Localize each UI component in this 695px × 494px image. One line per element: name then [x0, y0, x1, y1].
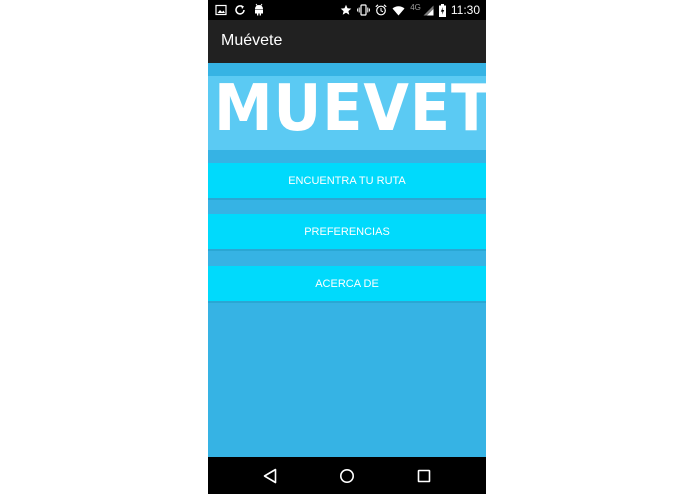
system-icons: 4G 11:30	[340, 2, 480, 18]
navigation-bar	[208, 457, 486, 494]
phone-screen: 4G 11:30 Muévete MUEVETE ENCUEN	[208, 0, 486, 494]
recents-icon[interactable]	[414, 466, 434, 486]
battery-charging-icon	[438, 3, 446, 17]
image-notification-icon	[215, 4, 227, 16]
sync-icon	[234, 4, 246, 16]
android-debug-icon	[253, 3, 265, 16]
app-logo: MUEVETE	[214, 76, 486, 146]
preferences-button[interactable]: PREFERENCIAS	[208, 214, 486, 251]
network-type-label: 4G	[410, 2, 421, 12]
status-bar: 4G 11:30	[208, 0, 486, 20]
star-icon	[340, 4, 352, 16]
logo-banner: MUEVETE	[208, 76, 486, 150]
alarm-icon	[375, 4, 387, 16]
home-icon[interactable]	[337, 466, 357, 486]
notification-icons	[215, 3, 265, 16]
app-bar: Muévete	[208, 20, 486, 63]
wifi-icon	[392, 5, 405, 16]
status-time: 11:30	[450, 3, 480, 17]
app-title: Muévete	[221, 32, 283, 49]
about-button[interactable]: ACERCA DE	[208, 266, 486, 303]
main-content: MUEVETE ENCUENTRA TU RUTA PREFERENCIAS A…	[208, 63, 486, 457]
back-icon[interactable]	[260, 466, 280, 486]
vibrate-icon	[357, 4, 371, 16]
find-route-button[interactable]: ENCUENTRA TU RUTA	[208, 163, 486, 200]
cell-signal-icon	[423, 5, 434, 16]
